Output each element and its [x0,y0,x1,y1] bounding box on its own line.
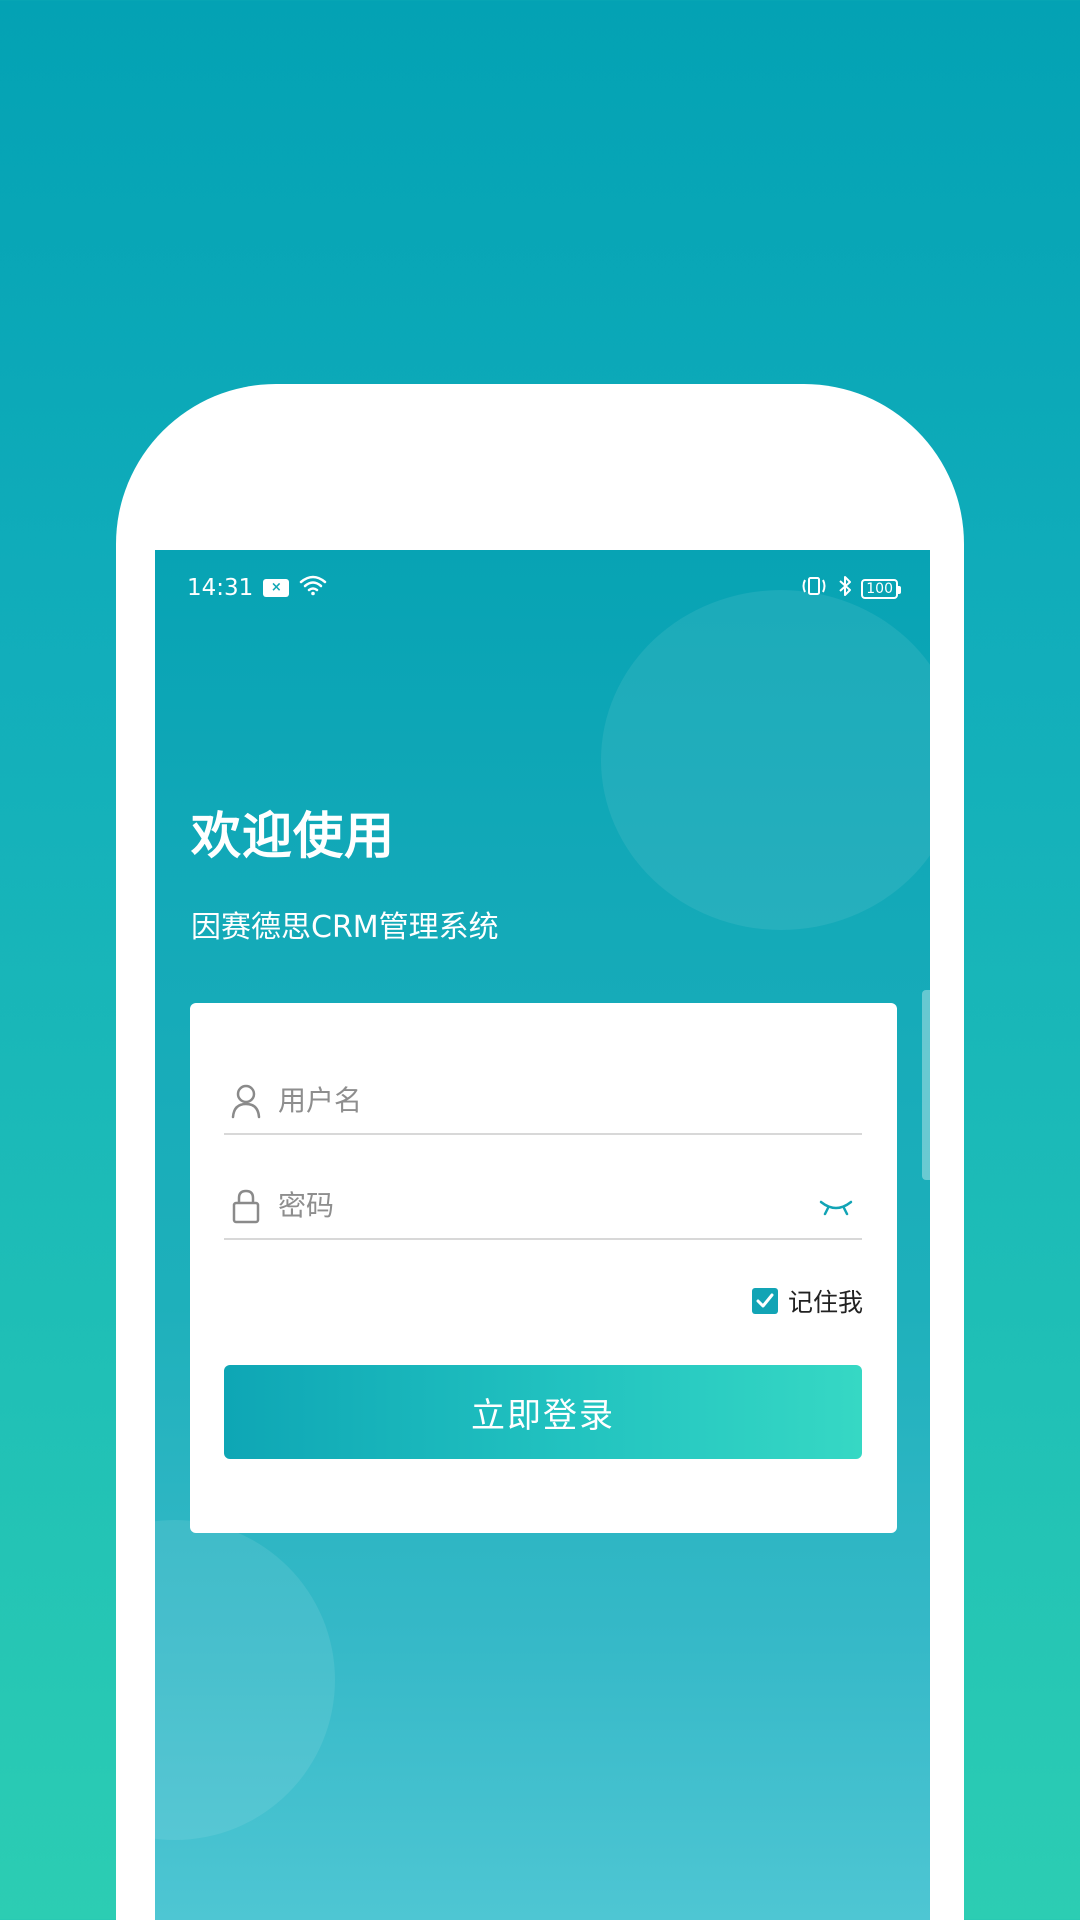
wifi-icon [299,574,327,602]
decorative-circle-top [601,590,930,930]
status-bar: 14:31 × 100 [155,550,930,626]
vibrate-icon [799,575,829,603]
user-icon [230,1083,262,1119]
login-button[interactable]: 立即登录 [224,1365,862,1459]
status-time: 14:31 [187,575,254,601]
decorative-circle-bottom [155,1520,335,1840]
bluetooth-icon [837,574,853,604]
system-name: 因赛德思CRM管理系统 [191,910,499,945]
sim-icon: × [263,579,290,597]
username-input[interactable] [276,1077,780,1123]
remember-checkbox[interactable] [751,1288,778,1314]
username-field [224,1063,862,1135]
password-input[interactable] [276,1182,780,1228]
app-screen: 14:31 × 100 欢迎使用 因赛德思CRM管理系统 用户名 记住我 立即登… [155,550,930,1920]
remember-me[interactable]: 记住我 [751,1283,863,1319]
eye-closed-icon[interactable] [818,1196,854,1220]
welcome-title: 欢迎使用 [191,807,395,865]
remember-label: 记住我 [787,1288,863,1317]
lock-icon [230,1188,262,1224]
password-field [224,1168,862,1240]
login-card: 记住我 立即登录 [190,1003,897,1533]
battery-icon: 100 [861,579,901,599]
edge-scroll-tab[interactable] [922,990,930,1180]
